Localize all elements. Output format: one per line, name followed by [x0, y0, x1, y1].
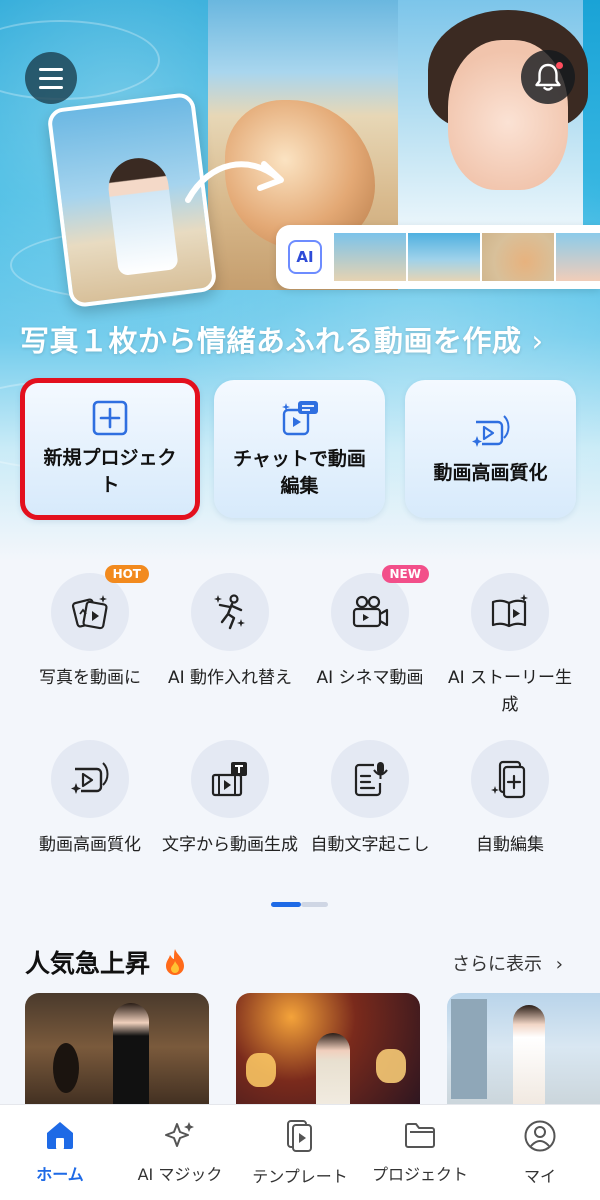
tool-label: AI 動作入れ替え	[167, 668, 293, 688]
see-more-link[interactable]: さらに表示 ›	[452, 950, 563, 976]
trending-video-card[interactable]	[447, 993, 600, 1113]
profile-icon	[524, 1120, 556, 1152]
nav-label: プロジェクト	[371, 1165, 468, 1184]
curved-arrow-icon	[185, 161, 284, 203]
nav-my-page[interactable]: マイ	[480, 1105, 600, 1200]
tool-label: AI ストーリー生成	[447, 668, 573, 715]
see-more-label: さらに表示	[452, 954, 542, 975]
template-icon	[287, 1120, 312, 1152]
pager-dot	[301, 902, 328, 907]
video-upscale-label: 動画高画質化	[433, 461, 548, 484]
pager-dot-active	[271, 902, 301, 907]
tool-text-to-video[interactable]: 文字から動画生成	[160, 740, 300, 859]
nav-ai-magic[interactable]: AI マジック	[120, 1105, 240, 1200]
water-ripple	[0, 20, 160, 100]
chevron-right-icon: ›	[555, 954, 563, 975]
tool-label: 文字から動画生成	[162, 835, 298, 855]
card-figure	[113, 1003, 149, 1113]
tool-icon-circle	[331, 740, 409, 818]
trending-video-card[interactable]	[236, 993, 420, 1113]
text-to-video-icon	[211, 762, 247, 797]
tool-label: 動画高画質化	[39, 835, 141, 855]
nav-projects[interactable]: プロジェクト	[360, 1105, 480, 1200]
tool-label: 写真を動画に	[39, 668, 141, 688]
chat-video-icon	[281, 401, 318, 436]
frame-thumbnail	[556, 233, 600, 281]
card-figure	[316, 1033, 350, 1113]
menu-button[interactable]	[25, 52, 77, 104]
tool-auto-transcribe[interactable]: 自動文字起こし	[300, 740, 440, 859]
tool-label: 自動編集	[476, 835, 544, 855]
tool-icon-circle	[191, 573, 269, 651]
nav-templates[interactable]: テンプレート	[240, 1105, 360, 1200]
tool-grid-pager	[271, 902, 328, 907]
trending-video-card[interactable]	[25, 993, 209, 1113]
card-lantern	[376, 1049, 406, 1083]
hot-badge: HOT	[104, 565, 149, 583]
card-figure	[513, 1005, 545, 1113]
chat-video-edit-button[interactable]: チャットで動画編集	[214, 380, 385, 518]
tool-icon-circle: NEW	[331, 565, 429, 651]
tool-icon-circle	[51, 740, 129, 818]
chevron-right-icon: ›	[531, 324, 544, 358]
hero-title-text: 写真１枚から情緒あふれる動画を作成	[20, 324, 522, 358]
movie-camera-icon	[352, 595, 389, 628]
tool-ai-motion-swap[interactable]: AI 動作入れ替え	[160, 573, 300, 692]
tool-icon-circle	[191, 740, 269, 818]
ai-badge-icon: AI	[288, 240, 322, 274]
new-project-label: 新規プロジェクト	[43, 447, 177, 496]
video-upscale-button[interactable]: 動画高画質化	[405, 380, 576, 518]
nav-label: AI マジック	[137, 1165, 223, 1184]
fire-icon	[166, 949, 185, 975]
card-sculpture	[53, 1043, 79, 1093]
story-book-icon	[491, 594, 528, 628]
bottom-navigation: ホーム AI マジック テンプレート プロジェクト マイ	[0, 1104, 600, 1200]
notification-button[interactable]	[521, 50, 575, 104]
home-icon	[47, 1122, 73, 1149]
auto-edit-icon	[491, 760, 526, 799]
photo-to-video-icon	[71, 595, 108, 630]
tool-icon-circle: HOT	[51, 565, 149, 651]
dance-figure-icon	[214, 594, 245, 630]
card-building	[451, 999, 487, 1099]
tool-label: 自動文字起こし	[310, 835, 430, 855]
frame-thumbnail	[408, 233, 480, 281]
sparkle-icon	[165, 1122, 194, 1147]
tool-ai-cinema-video[interactable]: NEW AI シネマ動画	[300, 565, 440, 692]
trending-title: 人気急上昇	[25, 949, 151, 978]
tool-auto-edit[interactable]: 自動編集	[440, 740, 580, 859]
tool-icon-circle	[471, 740, 549, 818]
hero-title-link[interactable]: 写真１枚から情緒あふれる動画を作成 ›	[20, 318, 544, 360]
tool-video-upscale[interactable]: 動画高画質化	[20, 740, 160, 859]
nav-home[interactable]: ホーム	[0, 1105, 120, 1200]
photo-figure	[105, 154, 179, 277]
tool-icon-circle	[471, 573, 549, 651]
card-lantern	[246, 1053, 276, 1087]
nav-label: テンプレート	[252, 1167, 348, 1186]
tool-photo-to-video[interactable]: HOT 写真を動画に	[20, 565, 160, 692]
tool-label: AI シネマ動画	[316, 668, 424, 688]
video-sparkle-icon	[471, 414, 509, 447]
chat-video-edit-label: チャットで動画編集	[233, 448, 366, 497]
tool-ai-story[interactable]: AI ストーリー生成	[440, 573, 580, 719]
transcript-mic-icon	[354, 762, 388, 797]
new-project-button[interactable]: 新規プロジェクト	[20, 378, 200, 520]
notification-dot	[556, 62, 563, 69]
frame-thumbnail	[482, 233, 554, 281]
frame-thumbnail	[334, 233, 406, 281]
nav-label: マイ	[523, 1167, 556, 1186]
video-sparkle-icon	[71, 762, 109, 794]
folder-icon	[405, 1123, 435, 1148]
ai-frame-strip: AI	[276, 225, 600, 289]
new-badge: NEW	[381, 565, 429, 583]
trending-header: 人気急上昇	[25, 944, 188, 980]
nav-label: ホーム	[36, 1165, 84, 1184]
plus-square-icon	[92, 400, 128, 436]
